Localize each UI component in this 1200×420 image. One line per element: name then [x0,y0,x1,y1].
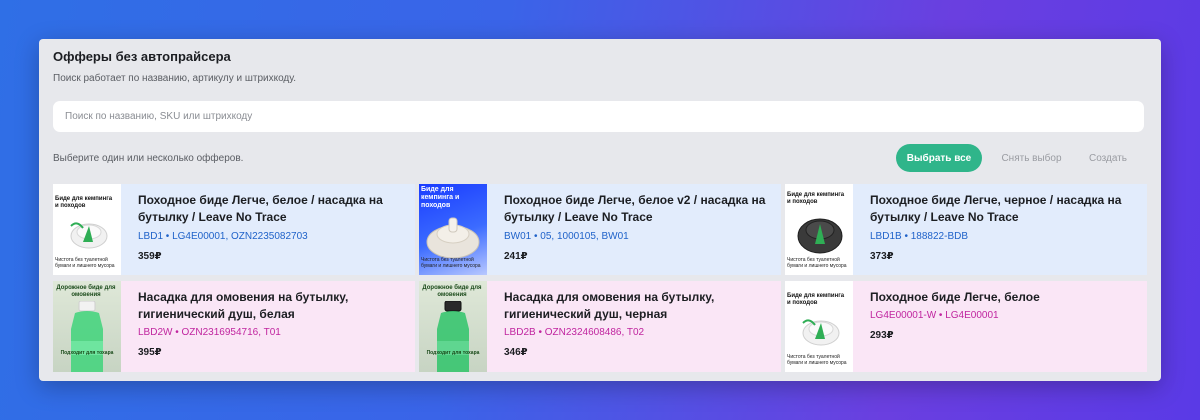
offer-thumbnail: Дорожное биде для омовения Подходит для … [53,281,121,372]
search-input[interactable] [53,101,1144,132]
offer-price: 373₽ [870,251,894,262]
offer-sku: LBD1B • 188822-BDB [870,231,969,242]
page-title: Офферы без автопрайсера [53,49,231,64]
offer-card[interactable]: Биде для кемпинга и походов Чистота без … [419,184,781,275]
offer-thumbnail: Биде для кемпинга и походов Чистота без … [785,281,853,372]
offer-card[interactable]: Дорожное биде для омовения Подходит для … [53,281,415,372]
offer-price: 395₽ [138,347,162,358]
bidet-cap-icon [797,218,843,254]
offer-sku: LG4E00001-W • LG4E00001 [870,310,999,321]
offer-title: Походное биде Легче, белое / насадка на … [138,193,383,224]
offer-title: Насадка для омовения на бутылку, гигиени… [504,290,715,321]
bidet-cap-icon [70,222,108,249]
bidet-cap-icon [802,319,840,346]
offer-card[interactable]: Биде для кемпинга и походов Чистота без … [785,281,1147,372]
offer-thumbnail: Биде для кемпинга и походов Чистота без … [53,184,121,275]
offer-sku: BW01 • 05, 1000105, BW01 [504,231,629,242]
offer-title: Походное биде Легче, черное / насадка на… [870,193,1122,224]
create-button[interactable]: Создать [1079,144,1137,172]
offer-sku: LBD2W • OZN2316954716, T01 [138,327,281,338]
offer-price: 241₽ [504,251,528,262]
offer-card[interactable]: Биде для кемпинга и походов Чистота без … [785,184,1147,275]
bottle-icon [437,301,469,372]
offer-title: Насадка для омовения на бутылку, гигиени… [138,290,349,321]
offer-card[interactable]: Биде для кемпинга и походов Чистота без … [53,184,415,275]
offers-panel: Офферы без автопрайсера Поиск работает п… [39,39,1161,381]
bottle-icon [71,301,103,372]
offer-sku: LBD1 • LG4E00001, OZN2235082703 [138,231,308,242]
bidet-cap-icon [426,217,480,259]
offer-thumbnail: Биде для кемпинга и походов Чистота без … [785,184,853,275]
offer-thumbnail: Дорожное биде для омовения Подходит для … [419,281,487,372]
offer-title: Походное биде Легче, белое v2 / насадка … [504,193,766,224]
selection-hint: Выберите один или несколько офферов. [53,153,244,164]
select-all-button[interactable]: Выбрать все [896,144,982,172]
clear-selection-button[interactable]: Снять выбор [989,144,1074,172]
offer-price: 293₽ [870,330,894,341]
offer-price: 359₽ [138,251,162,262]
offer-card[interactable]: Дорожное биде для омовения Подходит для … [419,281,781,372]
offer-title: Походное биде Легче, белое [870,290,1040,304]
offer-price: 346₽ [504,347,528,358]
offer-thumbnail: Биде для кемпинга и походов Чистота без … [419,184,487,275]
offer-sku: LBD2B • OZN2324608486, T02 [504,327,645,338]
page-subtitle: Поиск работает по названию, артикулу и ш… [53,73,297,84]
